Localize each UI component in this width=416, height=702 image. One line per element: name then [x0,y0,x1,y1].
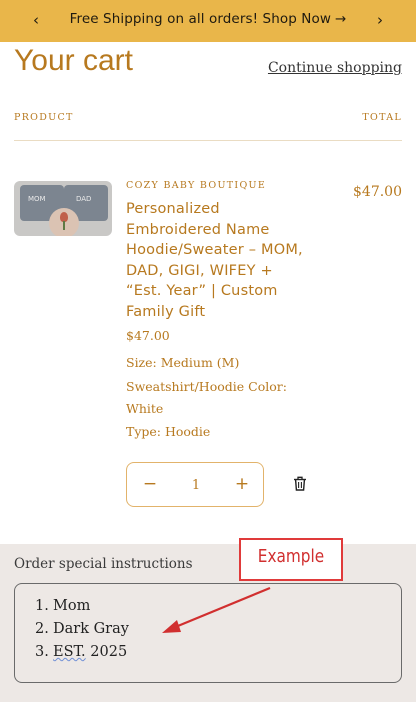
quantity-stepper: − + [126,462,264,507]
example-callout: Example [239,538,343,581]
continue-shopping-link[interactable]: Continue shopping [268,60,402,76]
instructions-textarea[interactable]: 1. Mom 2. Dark Gray 3. EST. 2025 [14,583,402,683]
trash-icon[interactable] [293,476,307,491]
divider [14,140,402,141]
page-title: Your cart [14,44,133,77]
callout-label: Example [257,546,325,567]
quantity-input[interactable] [173,475,219,495]
product-name-link[interactable]: Personalized Embroidered Name Hoodie/Swe… [126,199,311,322]
spellcheck-word: EST. [53,644,86,660]
option-type: Type: Hoodie [126,424,211,439]
instruction-line: 2. Dark Gray [35,621,129,637]
product-thumbnail[interactable]: MOM DAD [14,181,112,236]
thumbnail-tag-dad: DAD [76,195,92,203]
total-column-header: TOTAL [362,112,402,123]
arrow-right-icon: → [334,11,347,27]
announcement-bar: ‹ Free Shipping on all orders! Shop Now →… [0,0,416,42]
instruction-line: 1. Mom [35,598,91,614]
decrease-quantity-button[interactable]: − [138,473,162,497]
increase-quantity-button[interactable]: + [230,473,254,497]
product-column-header: PRODUCT [14,112,74,123]
announcement-text: Free Shipping on all orders! Shop Now [69,11,331,27]
line-total: $47.00 [353,184,402,200]
chevron-left-icon[interactable]: ‹ [26,10,46,30]
chevron-right-icon[interactable]: › [370,10,390,30]
option-size: Size: Medium (M) [126,355,240,370]
option-color: Sweatshirt/Hoodie Color: White [126,379,287,416]
product-vendor: COZY BABY BOUTIQUE [126,180,267,191]
announcement-link[interactable]: Free Shipping on all orders! Shop Now → [60,11,356,27]
instruction-line: 3. EST. 2025 [35,644,128,660]
instructions-label: Order special instructions [14,556,193,572]
flower-stem [63,221,65,230]
unit-price: $47.00 [126,328,170,343]
thumbnail-tag-mom: MOM [28,195,46,203]
